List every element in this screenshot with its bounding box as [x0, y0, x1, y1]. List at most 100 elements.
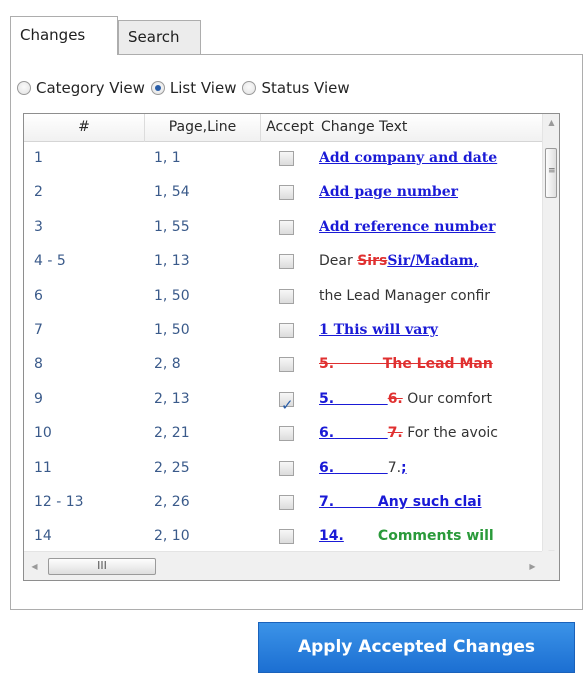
column-header-page-line[interactable]: Page,Line — [145, 114, 261, 142]
accept-cell — [279, 211, 299, 244]
grip-icon: ≡ — [548, 166, 556, 176]
accept-cell — [279, 348, 299, 381]
page-line: 2, 8 — [154, 356, 181, 373]
changes-panel: Changes Search Category View List View S… — [10, 16, 583, 610]
change-number: 7 — [34, 322, 43, 338]
change-text: the Lead Manager confir — [319, 280, 541, 313]
change-number: 4 - 5 — [34, 253, 66, 270]
change-number: 11 — [34, 459, 52, 476]
change-text: 14. Comments will — [319, 520, 541, 552]
accept-checkbox[interactable] — [279, 323, 294, 338]
table-row[interactable]: 1 1, 1 Add company and date — [24, 142, 543, 175]
table-row[interactable]: 12 - 13 2, 26 7. Any such clai — [24, 486, 543, 519]
change-text: Add company and date — [319, 142, 541, 175]
accept-cell — [279, 383, 299, 416]
table-row[interactable]: 3 1, 55 Add reference number — [24, 211, 543, 244]
change-text-segment: Add reference number — [319, 218, 496, 235]
change-text-segment: 1 This will vary — [319, 322, 438, 338]
scroll-right-arrow-icon[interactable]: ▶ — [524, 558, 541, 575]
accept-checkbox[interactable] — [279, 529, 294, 545]
change-text: 7. Any such clai — [319, 486, 541, 519]
table-row[interactable]: 9 2, 13 5. 6. Our comfort — [24, 383, 543, 416]
category-view-radio[interactable] — [17, 81, 31, 95]
change-number: 12 - 13 — [34, 494, 84, 510]
change-text-segment: 6. — [319, 425, 335, 442]
status-view-label: Status View — [261, 79, 350, 97]
table-row[interactable]: 14 2, 10 14. Comments will — [24, 520, 543, 552]
change-text: 1 This will vary — [319, 314, 541, 347]
category-view-label: Category View — [36, 79, 145, 97]
change-number: 14 — [34, 528, 52, 545]
change-text-segment: 5. The Lead Man — [319, 356, 493, 373]
change-text-segment — [334, 391, 388, 407]
table-row[interactable]: 8 2, 8 5. The Lead Man — [24, 348, 543, 381]
change-text-segment — [334, 460, 388, 476]
change-text: 5. 6. Our comfort — [319, 383, 541, 416]
accept-cell — [279, 452, 299, 485]
tab-strip: Changes Search — [10, 16, 583, 55]
change-number: 10 — [34, 425, 52, 442]
change-text-segment: 7. — [387, 425, 403, 442]
accept-cell — [279, 142, 299, 175]
change-text-segment: Dear — [319, 253, 358, 270]
accept-checkbox[interactable] — [279, 151, 294, 166]
table-row[interactable]: 11 2, 25 6. 7.; — [24, 452, 543, 485]
accept-checkbox[interactable] — [279, 426, 294, 442]
list-view-option[interactable]: List View — [150, 79, 236, 97]
table-row[interactable]: 6 1, 50 the Lead Manager confir — [24, 280, 543, 313]
change-text-segment: Any such clai — [334, 494, 482, 510]
page-line: 2, 10 — [154, 528, 190, 545]
table-row[interactable]: 7 1, 50 1 This will vary — [24, 314, 543, 347]
column-header-number[interactable]: # — [24, 114, 145, 142]
table-row[interactable]: 10 2, 21 6. 7. For the avoic — [24, 417, 543, 450]
accept-cell — [279, 417, 299, 450]
change-number: 1 — [34, 150, 43, 166]
list-view-radio[interactable] — [150, 81, 165, 95]
view-options: Category View List View Status View — [17, 77, 356, 99]
change-text: Add reference number — [319, 211, 541, 244]
vertical-scroll-thumb[interactable]: ≡ — [545, 148, 557, 198]
change-text-segment: , — [473, 253, 479, 270]
accept-checkbox[interactable] — [279, 357, 294, 373]
change-text: Add page number — [319, 176, 541, 209]
accept-checkbox[interactable] — [279, 185, 294, 201]
tab-content: Category View List View Status View # Pa… — [10, 54, 583, 610]
status-view-radio[interactable] — [242, 81, 257, 95]
horizontal-scroll-thumb[interactable]: III — [48, 558, 156, 575]
category-view-option[interactable]: Category View — [17, 79, 145, 97]
table-row[interactable]: 2 1, 54 Add page number — [24, 176, 543, 209]
change-text: Dear SirsSir/Madam, — [319, 245, 541, 278]
change-text-segment: 5. — [319, 390, 335, 407]
page-line: 2, 26 — [154, 494, 190, 510]
change-text-segment: Our comfort — [402, 390, 492, 407]
tab-changes[interactable]: Changes — [10, 16, 118, 55]
status-view-option[interactable]: Status View — [242, 79, 350, 97]
accept-checkbox[interactable] — [279, 389, 294, 416]
change-number: 9 — [34, 390, 43, 407]
accept-checkbox[interactable] — [279, 254, 294, 270]
change-text-segment: Add company and date — [319, 150, 498, 166]
change-text-segment: 7. — [319, 494, 335, 510]
page-line: 1, 50 — [154, 322, 190, 338]
apply-accepted-changes-button[interactable]: Apply Accepted Changes — [258, 622, 575, 673]
tab-search[interactable]: Search — [118, 20, 201, 54]
scroll-up-arrow-icon[interactable]: ▲ — [543, 114, 559, 131]
page-line: 1, 55 — [154, 218, 190, 235]
column-header-accept[interactable]: Accept — [261, 114, 319, 142]
vertical-scrollbar[interactable]: ▲ ≡ ▼ — [542, 114, 559, 562]
change-text: 5. The Lead Man — [319, 348, 541, 381]
changes-grid: # Page,Line Accept Change Text 1 1, 1 Add … — [23, 113, 560, 581]
column-header-change-text[interactable]: Change Text — [319, 114, 543, 142]
accept-checkbox[interactable] — [279, 460, 294, 476]
change-text-segment — [334, 425, 388, 441]
horizontal-scrollbar[interactable]: ◀ III ▶ — [24, 551, 543, 580]
table-row[interactable]: 4 - 5 1, 13 Dear SirsSir/Madam, — [24, 245, 543, 278]
accept-checkbox[interactable] — [279, 495, 294, 510]
accept-checkbox[interactable] — [279, 288, 294, 304]
grid-rows: 1 1, 1 Add company and date 2 1, 54 Add page … — [24, 142, 543, 552]
scroll-left-arrow-icon[interactable]: ◀ — [26, 558, 43, 575]
change-text-segment: 6. — [319, 459, 335, 476]
change-text-segment: ; — [401, 459, 407, 476]
accept-checkbox[interactable] — [279, 219, 294, 235]
change-number: 2 — [34, 184, 43, 201]
